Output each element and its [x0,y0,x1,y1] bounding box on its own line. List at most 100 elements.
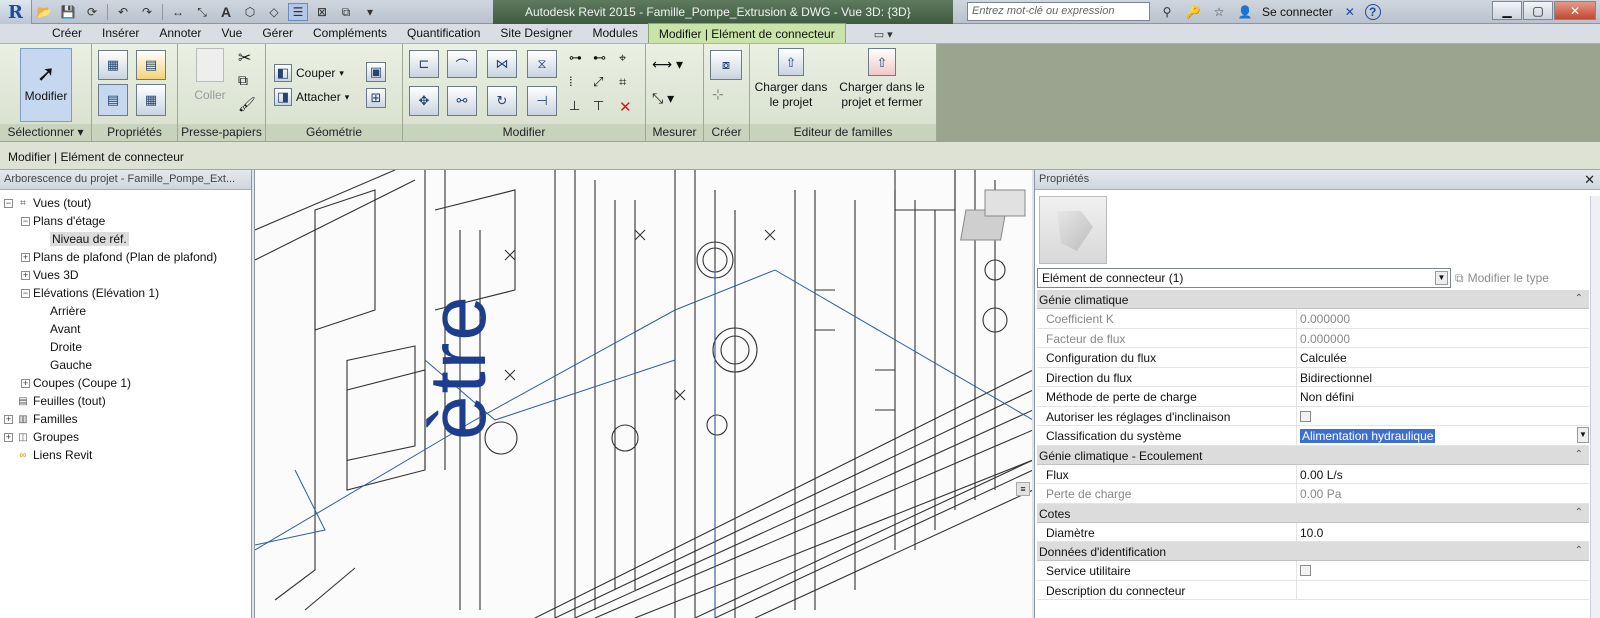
collapse-group-icon[interactable]: ⌃ [1575,545,1583,556]
property-group-header[interactable]: Cotes ⌃ [1037,503,1589,523]
binoculars-icon[interactable]: ⚲ [1156,3,1178,21]
cut-geometry-button[interactable]: ◧ Couper ▾ [274,64,344,82]
family-category-icon[interactable]: ▦ [98,50,128,80]
edit-type-button[interactable]: ⧉ Modifier le type [1455,268,1549,288]
tree-item[interactable]: − ⌗ Vues (tout) [0,194,251,212]
favorites-icon[interactable]: ☆ [1208,3,1230,21]
property-group-header[interactable]: Génie climatique ⌃ [1037,290,1589,309]
load-into-project-and-close-button[interactable]: ⇧ Charger dans le projet et fermer [830,48,934,110]
paste-button[interactable]: Coller [188,48,232,103]
measure-icon[interactable]: ↔ [168,3,188,21]
application-menu-button[interactable]: R [0,0,32,24]
search-input[interactable]: Entrez mot-clé ou expression [967,2,1150,21]
tree-item[interactable]: + ◫ Groupes [0,428,251,446]
move-icon[interactable]: ✥ [409,86,439,116]
save-icon[interactable]: 💾 [58,3,78,21]
property-value[interactable]: Non défini [1297,387,1589,406]
exchange-apps-icon[interactable]: ✕ [1339,3,1361,21]
tab-complements[interactable]: Compléments [303,23,397,43]
chevron-down-icon[interactable]: ▼ [1577,427,1589,443]
align-icon[interactable]: ⊏ [409,50,439,78]
array-icon[interactable]: ⁞ [569,74,589,94]
expand-icon[interactable]: + [21,252,30,262]
collapse-icon[interactable]: − [21,216,30,226]
collapse-group-icon[interactable]: ⌃ [1575,293,1583,304]
tree-item[interactable]: ∞ Liens Revit [0,446,251,464]
tab-creer[interactable]: Créer [42,23,92,43]
trim-multiple-icon[interactable]: ⊤ [593,98,613,118]
type-selector[interactable]: Elément de connecteur (1) ▼ [1037,268,1451,288]
tab-gerer[interactable]: Gérer [252,23,303,43]
unpin-icon[interactable]: ⌗ [619,74,639,94]
mirror-draw-icon[interactable]: ⧖ [527,50,557,78]
switch-windows-icon[interactable]: ⧉ [336,3,356,21]
type-properties-icon[interactable]: ▦ [136,84,166,116]
join-geometry-button[interactable]: ◨ Attacher ▾ [274,88,349,106]
rotate-icon[interactable]: ↻ [487,86,517,116]
property-group-header[interactable]: Données d'identification ⌃ [1037,542,1589,561]
modify-button[interactable]: ➚ Modifier [20,48,72,122]
property-value[interactable]: 10.0 [1297,523,1589,542]
split-face-icon[interactable]: ⊞ [366,88,386,108]
expand-icon[interactable]: + [21,270,30,280]
tree-item[interactable]: + Coupes (Coupe 1) [0,374,251,392]
trim-extend-icon[interactable]: ⊣ [527,86,557,116]
tree-item[interactable]: Gauche [0,356,251,374]
copy-element-icon[interactable]: ⚯ [447,86,477,116]
tab-modifier-connecteur[interactable]: Modifier | Elément de connecteur [647,23,846,43]
property-checkbox-cell[interactable] [1297,407,1589,426]
text-icon[interactable]: A [216,3,236,21]
properties-scrollbar[interactable] [1590,196,1600,618]
drawing-canvas[interactable]: ètre ≡ [254,170,1032,618]
expand-icon[interactable]: + [4,414,13,424]
tab-vue[interactable]: Vue [211,23,252,43]
sign-in-link[interactable]: Se connecter [1262,5,1333,19]
tree-item[interactable]: Arrière [0,302,251,320]
tab-site-designer[interactable]: Site Designer [490,23,582,43]
checkbox[interactable] [1300,410,1311,422]
collapse-icon[interactable]: − [21,288,30,298]
tab-modules[interactable]: Modules [582,23,647,43]
tree-item[interactable]: − Plans d'étage [0,212,251,230]
user-icon[interactable]: 👤 [1234,3,1256,21]
minimize-button[interactable]: ▁ [1492,1,1522,20]
redo-icon[interactable]: ↷ [137,3,157,21]
property-value[interactable]: 0.00 L/s [1297,465,1589,484]
ribbon-minimize-icon[interactable]: ▭ ▾ [866,26,901,43]
nav-bar-toggle-icon[interactable]: ≡ [1016,482,1030,496]
offset-icon[interactable]: ⌒ [447,50,477,78]
create-similar-icon[interactable]: ⧇ [710,50,742,80]
collapse-icon[interactable]: − [4,198,13,208]
open-icon[interactable]: 📂 [34,3,54,21]
sync-icon[interactable]: ⟳ [82,3,102,21]
checkbox[interactable] [1300,565,1311,576]
property-checkbox-cell[interactable] [1297,561,1589,580]
split-icon[interactable]: ⊶ [569,50,589,70]
help-icon[interactable]: ? [1364,4,1381,20]
tree-item[interactable]: ▤ Feuilles (tout) [0,392,251,410]
tree-item[interactable]: Avant [0,320,251,338]
measure-distance-icon[interactable]: ⟷ ▾ [652,56,696,76]
undo-icon[interactable]: ↶ [113,3,133,21]
scale-icon[interactable]: ⤢ [593,74,613,94]
tree-item[interactable]: + ▥ Familles [0,410,251,428]
tree-item[interactable]: + Plans de plafond (Plan de plafond) [0,248,251,266]
aligned-dimension-icon[interactable]: ⤡ ▾ [652,90,696,110]
subscription-icon[interactable]: 🔑 [1182,3,1204,21]
close-hidden-icon[interactable]: ⊠ [312,3,332,21]
3d-view-icon[interactable]: ⬡ [240,3,260,21]
tree-item[interactable]: Droite [0,338,251,356]
trim-single-icon[interactable]: ⊥ [569,98,589,118]
thin-lines-icon[interactable]: ☰ [288,3,308,21]
family-types-icon[interactable]: ▤ [136,50,166,80]
property-value[interactable]: Alimentation hydraulique ▼ [1297,426,1589,445]
property-value[interactable]: Bidirectionnel [1297,368,1589,387]
customize-qat-icon[interactable]: ▾ [360,3,380,21]
load-into-project-button[interactable]: ⇧ Charger dans le projet [754,48,828,110]
properties-icon[interactable]: ▤ [98,84,128,116]
collapse-group-icon[interactable]: ⌃ [1575,507,1583,518]
view-cube-controls[interactable] [992,176,1026,286]
property-group-header[interactable]: Génie climatique - Ecoulement ⌃ [1037,445,1589,465]
void-solid-icon[interactable]: ▣ [366,62,386,82]
property-value[interactable]: Calculée [1297,348,1589,367]
